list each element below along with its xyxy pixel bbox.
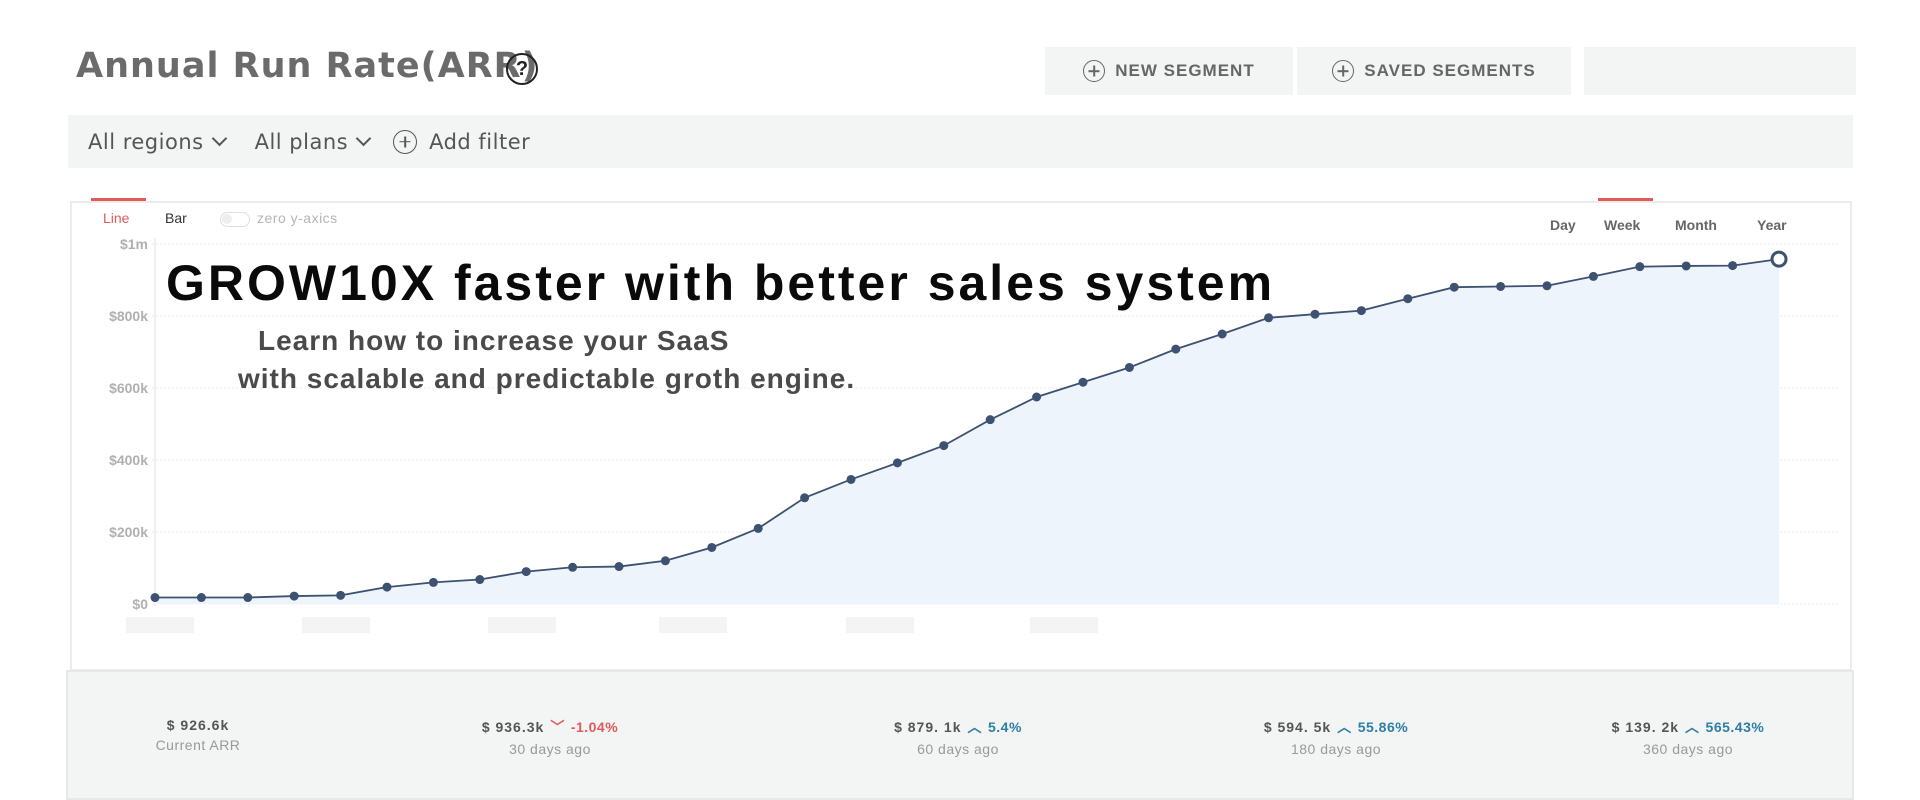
data-point: [475, 575, 485, 585]
data-point: [150, 593, 160, 603]
stat-value: $ 936.3k: [481, 719, 545, 735]
stat-change: 565.43%: [1705, 719, 1765, 735]
chevron-up-icon: ︿: [967, 719, 982, 735]
data-point: [382, 582, 392, 592]
data-point: [1032, 392, 1042, 402]
stat-60-days: $ 879. 1k ︿ 5.4% 60 days ago: [868, 717, 1048, 757]
x-axis-label-placeholder: [126, 617, 194, 633]
data-point: [1217, 329, 1227, 339]
x-axis-label-placeholder: [1030, 617, 1098, 633]
x-axis-label-placeholder: [488, 617, 556, 633]
stat-change: -1.04%: [570, 719, 619, 735]
stat-value: $ 879. 1k: [894, 719, 962, 735]
promo-subtitle-line2: with scalable and predictable groth engi…: [238, 363, 856, 394]
data-point: [1264, 313, 1274, 323]
stat-current-arr: $ 926.6k Current ARR: [148, 717, 248, 753]
stat-caption: 30 days ago: [509, 741, 591, 757]
stat-value: $ 594. 5k: [1263, 719, 1332, 735]
stat-value: $ 926.6k: [166, 717, 230, 733]
data-point: [800, 493, 810, 503]
y-tick-label: $600k: [109, 380, 148, 396]
stat-caption: 180 days ago: [1290, 741, 1382, 757]
y-tick-label: $200k: [109, 524, 148, 540]
y-tick-label: $0: [132, 596, 148, 612]
stat-30-days: $ 936.3k ﹀ -1.04% 30 days ago: [460, 717, 640, 757]
stat-caption: 360 days ago: [1642, 741, 1734, 757]
data-point: [336, 590, 346, 600]
data-point: [1681, 261, 1691, 271]
data-point: [1496, 281, 1506, 291]
data-point-current: [1770, 250, 1788, 268]
data-point: [614, 562, 624, 572]
y-tick-label: $1m: [120, 236, 148, 252]
data-point: [196, 593, 206, 603]
data-point: [939, 441, 949, 451]
x-axis-label-placeholder: [846, 617, 914, 633]
data-point: [521, 567, 531, 577]
data-point: [1078, 377, 1088, 387]
data-point: [753, 523, 763, 533]
data-point: [1542, 281, 1552, 291]
stat-value: $ 139. 2k: [1611, 719, 1680, 735]
data-point: [1403, 294, 1413, 304]
data-point: [1171, 344, 1181, 354]
data-point: [707, 542, 717, 552]
data-point: [1635, 262, 1645, 272]
data-point: [243, 593, 253, 603]
data-point: [660, 556, 670, 566]
chevron-up-icon: ︿: [1337, 719, 1352, 735]
stat-caption: Current ARR: [155, 737, 241, 753]
data-point: [1449, 282, 1459, 292]
data-point: [1310, 309, 1320, 319]
promo-subtitle: Learn how to increase your SaaS with sca…: [238, 322, 918, 398]
data-point: [568, 562, 578, 572]
data-point: [289, 591, 299, 601]
y-tick-label: $400k: [109, 452, 148, 468]
data-point: [985, 415, 995, 425]
data-point: [892, 458, 902, 468]
data-point: [428, 577, 438, 587]
stat-180-days: $ 594. 5k ︿ 55.86% 180 days ago: [1236, 717, 1436, 757]
chevron-down-icon: ﹀: [550, 719, 565, 735]
data-point: [846, 474, 856, 484]
promo-title: GROW10X faster with better sales system: [166, 255, 1276, 311]
stat-360-days: $ 139. 2k ︿ 565.43% 360 days ago: [1588, 717, 1788, 757]
data-point: [1124, 362, 1134, 372]
stat-change: 55.86%: [1357, 719, 1409, 735]
data-point: [1728, 261, 1738, 271]
y-tick-label: $800k: [109, 308, 148, 324]
stat-change: 5.4%: [987, 719, 1022, 735]
x-axis-label-placeholder: [302, 617, 370, 633]
data-point: [1588, 271, 1598, 281]
promo-subtitle-line1: Learn how to increase your SaaS: [258, 325, 730, 356]
stat-caption: 60 days ago: [917, 741, 999, 757]
x-axis-label-placeholder: [659, 617, 727, 633]
data-point: [1356, 306, 1366, 316]
chevron-up-icon: ︿: [1685, 719, 1700, 735]
